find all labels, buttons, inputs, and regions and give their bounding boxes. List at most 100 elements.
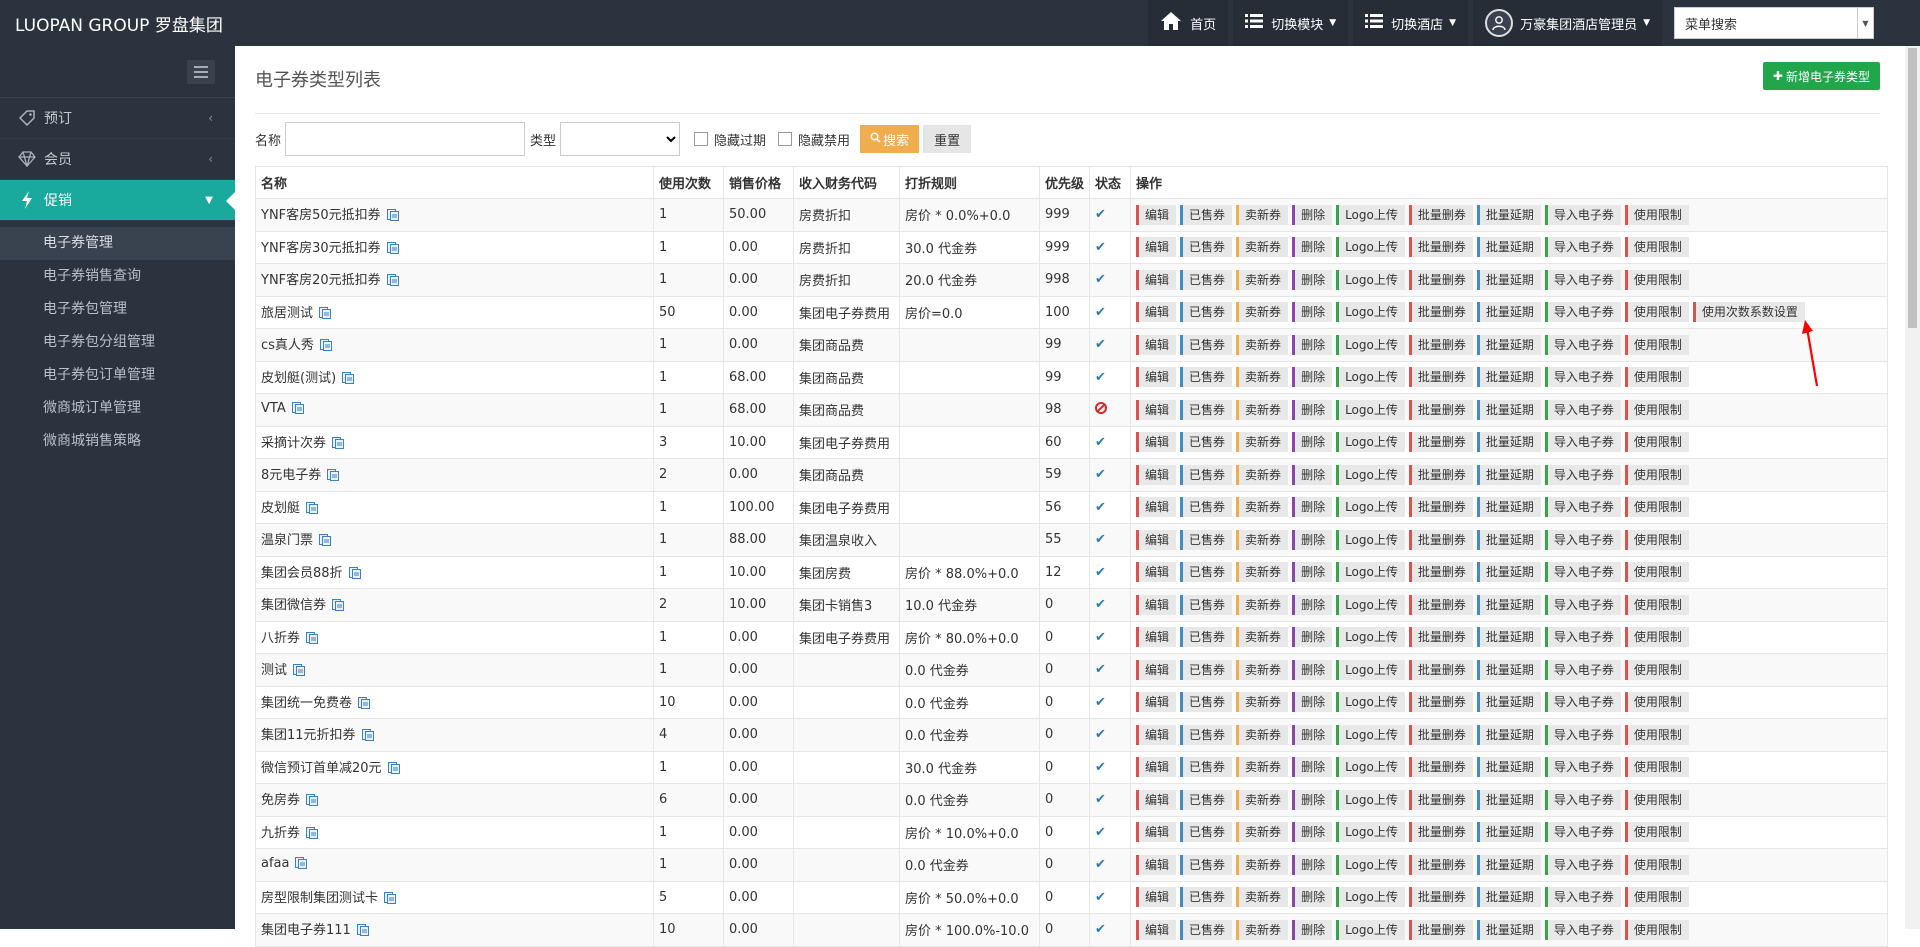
- sell-new-button[interactable]: 卖新券: [1236, 822, 1289, 843]
- coupon-name[interactable]: YNF客房30元抵扣券: [261, 241, 381, 256]
- type-select[interactable]: [560, 122, 681, 156]
- sold-button[interactable]: 已售券: [1180, 432, 1233, 453]
- edit-button[interactable]: 编辑: [1136, 237, 1177, 258]
- coupon-name[interactable]: 测试: [261, 663, 287, 678]
- usage-limit-button[interactable]: 使用限制: [1624, 432, 1689, 453]
- document-icon[interactable]: [306, 631, 319, 648]
- batch-extend-button[interactable]: 批量延期: [1476, 594, 1541, 615]
- edit-button[interactable]: 编辑: [1136, 919, 1177, 940]
- batch-extend-button[interactable]: 批量延期: [1476, 269, 1541, 290]
- scrollbar-thumb[interactable]: [1908, 48, 1917, 328]
- document-icon[interactable]: [293, 664, 306, 680]
- coupon-name[interactable]: 微信预订首单减20元: [261, 761, 382, 776]
- edit-button[interactable]: 编辑: [1136, 269, 1177, 290]
- document-icon[interactable]: [306, 501, 319, 518]
- batch-delete-button[interactable]: 批量删券: [1408, 562, 1473, 583]
- delete-button[interactable]: 删除: [1292, 464, 1333, 485]
- document-icon[interactable]: [319, 306, 332, 323]
- logo-upload-button[interactable]: Logo上传: [1336, 464, 1405, 485]
- document-icon[interactable]: [358, 696, 371, 713]
- delete-button[interactable]: 删除: [1292, 497, 1333, 518]
- edit-button[interactable]: 编辑: [1136, 432, 1177, 453]
- coupon-name[interactable]: 温泉门票: [261, 533, 313, 548]
- sell-new-button[interactable]: 卖新券: [1236, 659, 1289, 680]
- batch-extend-button[interactable]: 批量延期: [1476, 757, 1541, 778]
- import-button[interactable]: 导入电子券: [1544, 854, 1621, 875]
- delete-button[interactable]: 删除: [1292, 204, 1333, 225]
- batch-delete-button[interactable]: 批量删券: [1408, 464, 1473, 485]
- sell-new-button[interactable]: 卖新券: [1236, 302, 1289, 323]
- coupon-name[interactable]: YNF客房20元抵扣券: [261, 273, 381, 288]
- sell-new-button[interactable]: 卖新券: [1236, 497, 1289, 518]
- coupon-name[interactable]: 8元电子券: [261, 468, 321, 483]
- brand-logo[interactable]: LUOPAN GROUP 罗盘集团: [0, 11, 235, 36]
- document-icon[interactable]: [342, 371, 355, 388]
- usage-limit-button[interactable]: 使用限制: [1624, 237, 1689, 258]
- sell-new-button[interactable]: 卖新券: [1236, 594, 1289, 615]
- submenu-coupon-sales-query[interactable]: 电子券销售查询: [0, 260, 235, 293]
- document-icon[interactable]: [319, 339, 332, 355]
- sold-button[interactable]: 已售券: [1180, 529, 1233, 550]
- import-button[interactable]: 导入电子券: [1544, 432, 1621, 453]
- sold-button[interactable]: 已售券: [1180, 399, 1233, 420]
- sell-new-button[interactable]: 卖新券: [1236, 627, 1289, 648]
- delete-button[interactable]: 删除: [1292, 562, 1333, 583]
- batch-extend-button[interactable]: 批量延期: [1476, 399, 1541, 420]
- logo-upload-button[interactable]: Logo上传: [1336, 594, 1405, 615]
- sold-button[interactable]: 已售券: [1180, 627, 1233, 648]
- batch-delete-button[interactable]: 批量删券: [1408, 399, 1473, 420]
- sell-new-button[interactable]: 卖新券: [1236, 367, 1289, 388]
- batch-delete-button[interactable]: 批量删券: [1408, 529, 1473, 550]
- edit-button[interactable]: 编辑: [1136, 887, 1177, 908]
- sidebar-item-promotion[interactable]: 促销 ▼: [0, 180, 235, 221]
- sold-button[interactable]: 已售券: [1180, 269, 1233, 290]
- edit-button[interactable]: 编辑: [1136, 854, 1177, 875]
- batch-extend-button[interactable]: 批量延期: [1476, 497, 1541, 518]
- logo-upload-button[interactable]: Logo上传: [1336, 724, 1405, 745]
- sell-new-button[interactable]: 卖新券: [1236, 334, 1289, 355]
- document-icon[interactable]: [386, 274, 399, 290]
- delete-button[interactable]: 删除: [1292, 594, 1333, 615]
- submenu-mall-order[interactable]: 微商城订单管理: [0, 392, 235, 425]
- import-button[interactable]: 导入电子券: [1544, 269, 1621, 290]
- coupon-name[interactable]: 八折券: [261, 631, 300, 646]
- usage-limit-button[interactable]: 使用限制: [1624, 269, 1689, 290]
- import-button[interactable]: 导入电子券: [1544, 692, 1621, 713]
- sold-button[interactable]: 已售券: [1180, 367, 1233, 388]
- delete-button[interactable]: 删除: [1292, 659, 1333, 680]
- document-icon[interactable]: [361, 729, 374, 745]
- document-icon[interactable]: [386, 241, 399, 258]
- usage-limit-button[interactable]: 使用限制: [1624, 919, 1689, 940]
- page-scrollbar[interactable]: [1905, 46, 1920, 929]
- usage-limit-button[interactable]: 使用限制: [1624, 887, 1689, 908]
- usage-limit-button[interactable]: 使用限制: [1624, 724, 1689, 745]
- logo-upload-button[interactable]: Logo上传: [1336, 919, 1405, 940]
- coupon-name[interactable]: 集团微信券: [261, 598, 326, 613]
- logo-upload-button[interactable]: Logo上传: [1336, 399, 1405, 420]
- import-button[interactable]: 导入电子券: [1544, 399, 1621, 420]
- switch-hotel-dropdown[interactable]: 切换酒店 ▼: [1353, 0, 1469, 46]
- usage-limit-button[interactable]: 使用限制: [1624, 367, 1689, 388]
- coupon-name[interactable]: 集团电子券111: [261, 923, 351, 938]
- delete-button[interactable]: 删除: [1292, 919, 1333, 940]
- sold-button[interactable]: 已售券: [1180, 789, 1233, 810]
- batch-delete-button[interactable]: 批量删券: [1408, 919, 1473, 940]
- sold-button[interactable]: 已售券: [1180, 594, 1233, 615]
- batch-extend-button[interactable]: 批量延期: [1476, 529, 1541, 550]
- sell-new-button[interactable]: 卖新券: [1236, 757, 1289, 778]
- sold-button[interactable]: 已售券: [1180, 887, 1233, 908]
- document-icon[interactable]: [386, 209, 399, 225]
- coupon-name[interactable]: afaa: [261, 856, 289, 871]
- logo-upload-button[interactable]: Logo上传: [1336, 757, 1405, 778]
- batch-delete-button[interactable]: 批量删券: [1408, 627, 1473, 648]
- batch-extend-button[interactable]: 批量延期: [1476, 659, 1541, 680]
- edit-button[interactable]: 编辑: [1136, 204, 1177, 225]
- sell-new-button[interactable]: 卖新券: [1236, 432, 1289, 453]
- batch-extend-button[interactable]: 批量延期: [1476, 887, 1541, 908]
- batch-delete-button[interactable]: 批量删券: [1408, 432, 1473, 453]
- user-menu[interactable]: 万豪集团酒店管理员 ▼: [1473, 0, 1662, 46]
- delete-button[interactable]: 删除: [1292, 854, 1333, 875]
- delete-button[interactable]: 删除: [1292, 529, 1333, 550]
- reset-button[interactable]: 重置: [923, 125, 972, 153]
- sell-new-button[interactable]: 卖新券: [1236, 464, 1289, 485]
